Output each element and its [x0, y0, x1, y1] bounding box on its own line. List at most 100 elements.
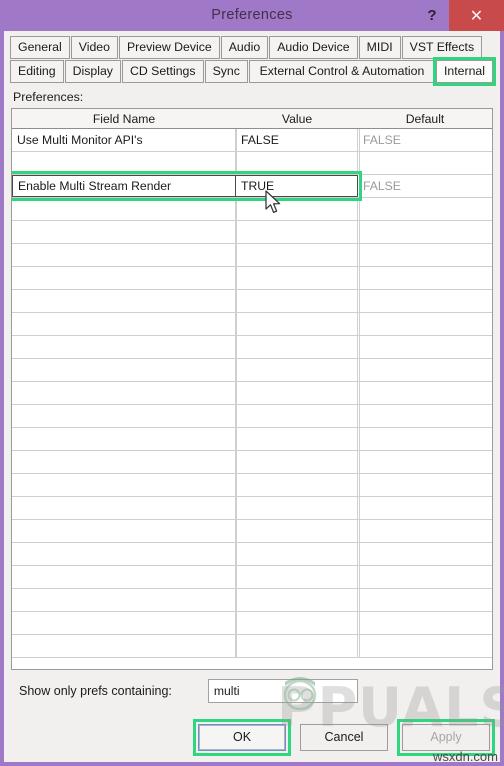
help-button[interactable]: ?	[415, 0, 449, 31]
tab-audio[interactable]: Audio	[220, 36, 269, 59]
cell-field-name[interactable]	[12, 451, 236, 473]
tab-video[interactable]: Video	[70, 36, 118, 59]
cell-field-name[interactable]	[12, 635, 236, 657]
cell-value[interactable]	[236, 382, 358, 404]
cell-field-name[interactable]	[12, 543, 236, 565]
cell-field-name[interactable]	[12, 382, 236, 404]
tab-internal[interactable]: Internal	[432, 57, 497, 86]
tab-midi[interactable]: MIDI	[358, 36, 401, 59]
cell-field-name[interactable]	[12, 244, 236, 266]
table-row[interactable]	[12, 290, 492, 313]
table-row[interactable]	[12, 635, 492, 658]
table-row[interactable]	[12, 474, 492, 497]
table-row[interactable]	[12, 336, 492, 359]
table-row[interactable]	[12, 451, 492, 474]
tab-display[interactable]: Display	[64, 60, 121, 83]
cell-value[interactable]	[236, 520, 358, 542]
cell-value[interactable]: FALSE	[236, 129, 358, 151]
cell-field-name[interactable]	[12, 313, 236, 335]
cell-field-name[interactable]	[12, 267, 236, 289]
table-row[interactable]	[12, 497, 492, 520]
cell-default	[358, 428, 492, 450]
filter-input[interactable]	[207, 679, 358, 703]
cell-value[interactable]	[236, 313, 358, 335]
table-row[interactable]	[12, 152, 492, 175]
cell-value[interactable]	[236, 566, 358, 588]
tab-general[interactable]: General	[10, 36, 70, 59]
cell-value[interactable]	[236, 290, 358, 312]
cell-field-name[interactable]	[12, 428, 236, 450]
column-header-default[interactable]: Default	[358, 109, 492, 128]
table-row[interactable]	[12, 359, 492, 382]
cell-field-name[interactable]	[12, 221, 236, 243]
cell-value[interactable]	[236, 198, 358, 220]
tab-external-control-automation[interactable]: External Control & Automation	[248, 60, 435, 83]
cell-field-name[interactable]	[12, 290, 236, 312]
cell-value[interactable]	[236, 635, 358, 657]
cell-value[interactable]: TRUE	[236, 175, 358, 197]
cell-value[interactable]	[236, 267, 358, 289]
cell-value[interactable]	[236, 451, 358, 473]
cancel-button[interactable]: Cancel	[300, 723, 388, 751]
cell-field-name[interactable]	[12, 152, 236, 174]
table-row[interactable]	[12, 244, 492, 267]
cell-field-name[interactable]	[12, 589, 236, 611]
table-row[interactable]	[12, 313, 492, 336]
cell-value[interactable]	[236, 428, 358, 450]
cell-value[interactable]	[236, 152, 358, 174]
cell-value[interactable]	[236, 543, 358, 565]
table-row[interactable]: Enable Multi Stream Render TRUE FALSE	[12, 175, 492, 198]
cell-default: FALSE	[363, 179, 401, 193]
cell-field-name[interactable]	[12, 405, 236, 427]
tab-preview-device[interactable]: Preview Device	[118, 36, 220, 59]
table-row[interactable]	[12, 566, 492, 589]
apply-button[interactable]: Apply	[397, 718, 495, 756]
cell-default	[358, 290, 492, 312]
cell-value[interactable]	[236, 244, 358, 266]
cell-value[interactable]	[236, 589, 358, 611]
cell-field-name[interactable]	[12, 497, 236, 519]
cell-default	[358, 612, 492, 634]
tab-vst-effects[interactable]: VST Effects	[401, 36, 483, 59]
tab-editing[interactable]: Editing	[10, 60, 64, 83]
cell-value[interactable]	[236, 497, 358, 519]
cell-value[interactable]	[236, 405, 358, 427]
table-row[interactable]	[12, 612, 492, 635]
cell-value[interactable]	[236, 221, 358, 243]
column-header-field-name[interactable]: Field Name	[12, 109, 236, 128]
cell-default	[358, 313, 492, 335]
table-row[interactable]	[12, 543, 492, 566]
table-row[interactable]	[12, 428, 492, 451]
preferences-grid[interactable]: Field Name Value Default Use Multi Monit…	[11, 108, 493, 670]
cell-field-name[interactable]	[12, 612, 236, 634]
cell-value[interactable]	[236, 336, 358, 358]
cell-field-name[interactable]	[12, 520, 236, 542]
tab-cd-settings[interactable]: CD Settings	[121, 60, 204, 83]
cell-value[interactable]	[236, 359, 358, 381]
cell-value[interactable]	[236, 474, 358, 496]
preferences-label: Preferences:	[13, 90, 84, 104]
cell-value[interactable]	[236, 612, 358, 634]
ok-button[interactable]: OK	[193, 718, 291, 756]
tab-audio-device[interactable]: Audio Device	[269, 36, 358, 59]
cell-field-name[interactable]	[12, 474, 236, 496]
table-row[interactable]	[12, 221, 492, 244]
cell-field-name[interactable]: Use Multi Monitor API's	[12, 129, 236, 151]
table-row[interactable]	[12, 589, 492, 612]
cell-field-name[interactable]: Enable Multi Stream Render	[12, 175, 236, 197]
cell-field-name[interactable]	[12, 198, 236, 220]
table-row[interactable]: Use Multi Monitor API's FALSE FALSE	[12, 129, 492, 152]
table-row[interactable]	[12, 198, 492, 221]
cell-field-name[interactable]	[12, 566, 236, 588]
table-row[interactable]	[12, 267, 492, 290]
cell-field-name[interactable]	[12, 336, 236, 358]
column-header-value[interactable]: Value	[236, 109, 358, 128]
cell-default	[358, 152, 492, 174]
table-row[interactable]	[12, 520, 492, 543]
cell-field-name[interactable]	[12, 359, 236, 381]
tab-sync[interactable]: Sync	[204, 60, 248, 83]
filter-label: Show only prefs containing:	[19, 684, 172, 698]
close-icon[interactable]: ✕	[449, 0, 504, 31]
table-row[interactable]	[12, 382, 492, 405]
table-row[interactable]	[12, 405, 492, 428]
